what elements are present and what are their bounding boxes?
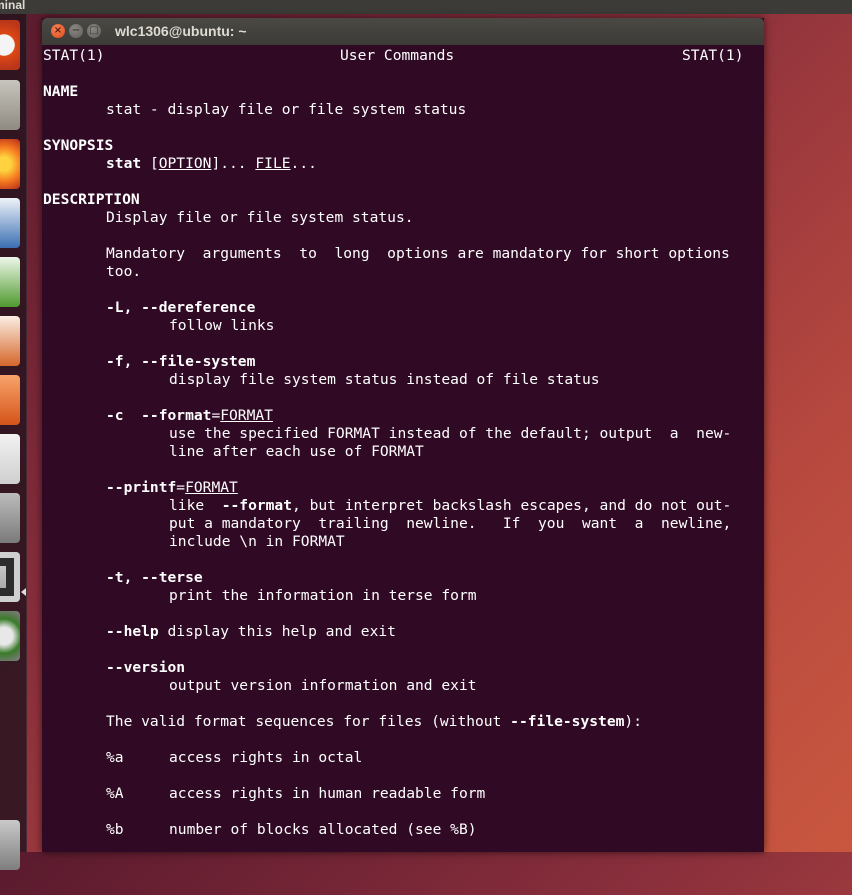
trash-icon[interactable] [0,820,20,870]
close-icon[interactable]: × [51,24,65,38]
title-bar[interactable]: × − □ wlc1306@ubuntu: ~ [42,18,764,45]
option-help-flag: --help [106,623,159,640]
man-header-center: User Commands [340,47,455,64]
launcher [0,14,27,870]
seq-A-desc: access rights in human readable form [169,785,486,802]
option-printf-desc-1a: like [169,497,222,514]
window-title: wlc1306@ubuntu: ~ [115,23,247,39]
option-printf-flag: --printf [106,479,177,496]
option-printf-desc-1b: --format [221,497,293,514]
option-version: --version [106,659,186,676]
synopsis-bracket-close: ]... [211,155,256,172]
writer-icon[interactable] [0,198,20,248]
seq-a-desc: access rights in octal [169,749,363,766]
option-format-eq: = [211,407,221,424]
option-format-flag: -c --format [106,407,212,424]
option-printf: --printf=FORMAT [106,479,238,497]
amazon-icon[interactable] [0,434,20,484]
calc-icon[interactable] [0,257,20,307]
maximize-icon[interactable]: □ [87,24,101,38]
valid-sequences-line: The valid format sequences for files (wi… [106,713,642,731]
name-heading: NAME [43,83,79,100]
option-terse-desc: print the information in terse form [169,587,477,604]
mandatory-line-2: too. [106,263,142,280]
option-terse: -t, --terse [106,569,203,586]
update-icon[interactable] [0,611,20,661]
option-printf-arg: FORMAT [185,479,238,496]
option-printf-desc-3: include \n in FORMAT [169,533,345,550]
synopsis-ellipsis: ... [290,155,317,172]
option-help: --help display this help and exit [106,623,396,641]
top-panel: minal [0,0,852,14]
valid-sequences-c: ): [624,713,642,730]
terminal-content[interactable]: STAT(1) User Commands STAT(1) NAME stat … [43,45,763,895]
software-center-icon[interactable] [0,375,20,425]
synopsis-file: FILE [255,155,291,172]
option-printf-desc-1: like --format, but interpret backslash e… [169,497,731,515]
ubuntu-dash-icon[interactable] [0,20,20,70]
firefox-icon[interactable] [0,139,20,189]
option-help-desc: display this help and exit [158,623,396,640]
valid-sequences-b: --file-system [510,713,625,730]
option-printf-desc-2: put a mandatory trailing newline. If you… [169,515,732,532]
synopsis-heading: SYNOPSIS [43,137,114,154]
option-format-desc-2: line after each use of FORMAT [169,443,424,460]
seq-a-code: %a [106,749,124,766]
description-heading: DESCRIPTION [43,191,140,208]
man-header-right: STAT(1) [682,47,744,64]
files-icon[interactable] [0,80,20,130]
impress-icon[interactable] [0,316,20,366]
synopsis-option: OPTION [158,155,212,172]
terminal-icon[interactable] [0,552,20,602]
synopsis-bracket-open: [ [141,155,159,172]
description-text: Display file or file system status. [106,209,414,226]
option-file-system: -f, --file-system [106,353,256,370]
minimize-icon[interactable]: − [69,24,83,38]
option-printf-eq: = [176,479,186,496]
top-panel-app-name: minal [0,0,26,12]
system-settings-icon[interactable] [0,493,20,543]
option-format-desc-1: use the specified FORMAT instead of the … [169,425,732,442]
option-dereference: -L, --dereference [106,299,256,316]
seq-b-code: %b [106,821,124,838]
option-printf-desc-1c: , but interpret backslash escapes, and d… [292,497,732,514]
valid-sequences-a: The valid format sequences for files (wi… [106,713,511,730]
synopsis-line: stat [OPTION]... FILE... [106,155,317,173]
option-format-arg: FORMAT [220,407,273,424]
terminal-window: × − □ wlc1306@ubuntu: ~ STAT(1) User Com… [42,18,764,852]
option-dereference-desc: follow links [169,317,275,334]
active-indicator-icon [21,588,26,596]
name-text: stat - display file or file system statu… [106,101,467,118]
option-file-system-desc: display file system status instead of fi… [169,371,600,388]
option-version-desc: output version information and exit [169,677,477,694]
option-format: -c --format=FORMAT [106,407,273,425]
mandatory-line-1: Mandatory arguments to long options are … [106,245,730,262]
seq-b-desc: number of blocks allocated (see %B) [169,821,477,838]
synopsis-command: stat [106,155,142,172]
seq-A-code: %A [106,785,124,802]
man-header-left: STAT(1) [43,47,105,64]
